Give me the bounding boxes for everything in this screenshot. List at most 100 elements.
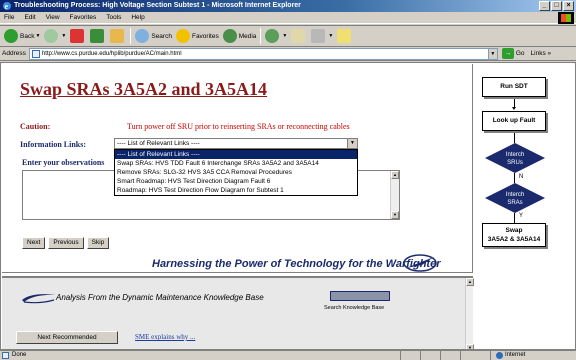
flow-branch-n: N — [519, 174, 524, 180]
information-links-label: Information Links: — [20, 140, 87, 149]
flow-arrow-icon — [512, 107, 516, 110]
stop-icon — [70, 29, 85, 43]
back-arrow-icon — [4, 29, 18, 43]
wing-logo-icon — [403, 254, 437, 272]
home-icon — [110, 29, 125, 43]
menu-edit[interactable]: Edit — [20, 12, 39, 24]
dropdown-option[interactable]: ---- List of Relevant Links ---- — [115, 150, 357, 159]
status-divider — [400, 351, 401, 360]
main-frame: Swap SRAs 3A5A2 and 3A5A14 Caution: Turn… — [2, 64, 473, 273]
diamond-shape — [485, 143, 545, 173]
textarea-scrollbar[interactable]: ▲ ▼ — [390, 171, 399, 219]
minimize-button[interactable]: _ — [539, 1, 550, 11]
search-button[interactable]: Search — [133, 26, 174, 46]
history-icon — [265, 29, 280, 43]
globe-icon — [496, 352, 503, 359]
diamond-label: Interch — [506, 152, 524, 158]
caution-text: Turn power off SRU prior to reinserting … — [127, 122, 350, 131]
chevron-down-icon[interactable]: ▼ — [347, 139, 357, 148]
scroll-down-icon[interactable]: ▼ — [391, 211, 399, 219]
menu-favorites[interactable]: Favorites — [66, 12, 101, 24]
toolbar: Back ▼ ▼ Search Favorites Media ▼ ▼ — [0, 25, 576, 47]
search-knowledge-base-label: Search Knowledge Base — [324, 305, 385, 311]
status-text: Done — [12, 352, 27, 358]
chevron-down-icon: ▼ — [61, 33, 67, 39]
menu-help[interactable]: Help — [127, 12, 148, 24]
observations-label: Enter your observations — [22, 158, 105, 167]
sme-explains-link[interactable]: SME explains why ... — [135, 333, 195, 341]
maximize-button[interactable]: □ — [551, 1, 562, 11]
next-button[interactable]: Next — [22, 237, 46, 249]
status-divider — [420, 351, 421, 360]
home-button[interactable] — [108, 26, 128, 46]
chevron-down-icon: ▼ — [328, 33, 334, 39]
dropdown-option[interactable]: Smart Roadmap: HVS Test Direction Diagra… — [115, 177, 357, 186]
print-icon — [311, 29, 326, 43]
back-button[interactable]: Back ▼ — [2, 26, 42, 46]
print-button[interactable]: ▼ — [309, 26, 335, 46]
address-dropdown[interactable]: ▼ — [487, 47, 498, 60]
menu-file[interactable]: File — [0, 12, 18, 24]
skip-button[interactable]: Skip — [86, 237, 110, 249]
dropdown-option[interactable]: Swap SRAs: HVS TDD Fault 6 Interchange S… — [115, 159, 357, 168]
chevron-down-icon: ▼ — [35, 33, 41, 39]
address-label: Address — [2, 50, 26, 57]
address-input[interactable]: http://www.cs.purdue.edu/hplib/purdue/AC… — [28, 47, 489, 60]
flow-decision-interch-srus: Interch SRUs — [485, 143, 545, 173]
edit-button[interactable] — [335, 26, 355, 46]
dropdown-option[interactable]: Remove SRAs: SLG-32 HVS 3A5 CCA Removal … — [115, 168, 357, 177]
information-links-dropdown: ---- List of Relevant Links ---- Swap SR… — [114, 149, 358, 196]
ie-logo-icon: e — [3, 2, 11, 11]
menu-tools[interactable]: Tools — [102, 12, 125, 24]
page-title: Swap SRAs 3A5A2 and 3A5A14 — [20, 79, 268, 99]
search-icon — [135, 29, 150, 43]
slogan: Harnessing the Power of Technology for t… — [152, 258, 441, 270]
diamond-label: SRAs — [507, 200, 522, 206]
caution-label: Caution: — [20, 122, 51, 131]
search-knowledge-base-button[interactable] — [330, 291, 390, 301]
media-icon — [222, 29, 237, 43]
forward-button[interactable]: ▼ — [42, 26, 68, 46]
window-title-bar[interactable]: e Troubleshooting Process: High Voltage … — [0, 0, 576, 12]
scroll-up-icon[interactable]: ▲ — [391, 171, 399, 179]
flow-branch-y: Y — [519, 213, 524, 219]
media-button[interactable]: Media — [221, 26, 259, 46]
menu-view[interactable]: View — [42, 12, 64, 24]
scroll-up-icon[interactable]: ▲ — [466, 278, 474, 286]
previous-button[interactable]: Previous — [48, 237, 84, 249]
forward-arrow-icon — [44, 29, 59, 43]
links-button[interactable]: Links » — [531, 50, 552, 57]
go-button[interactable]: → Go — [501, 48, 525, 59]
flow-decision-interch-sras: Interch SRAs — [485, 183, 545, 213]
close-button[interactable]: × — [563, 1, 574, 11]
flow-run-sdt: Run SDT — [482, 77, 546, 97]
stop-button[interactable] — [68, 26, 88, 46]
mail-button[interactable] — [289, 26, 309, 46]
next-recommended-button[interactable]: Next Recommended — [16, 331, 118, 344]
flow-connector — [514, 133, 515, 143]
flow-connector — [514, 213, 515, 223]
toolbar-separator — [130, 28, 132, 44]
navigation-buttons: Next Previous Skip — [22, 237, 110, 249]
favorites-button[interactable]: Favorites — [174, 26, 221, 46]
knowledge-base-frame: Analysis From the Dynamic Maintenance Kn… — [2, 276, 474, 349]
window-title: Troubleshooting Process: High Voltage Se… — [14, 2, 301, 9]
flow-look-up-fault: Look up Fault — [482, 111, 546, 131]
refresh-button[interactable] — [88, 26, 108, 46]
status-divider — [460, 351, 461, 360]
windows-logo-icon — [558, 12, 574, 24]
flow-swap: Swap 3A5A2 & 3A5A14 — [482, 223, 546, 247]
page-icon — [31, 49, 40, 58]
chevron-down-icon: ▼ — [282, 33, 288, 39]
go-arrow-icon: → — [501, 48, 514, 59]
flowchart-frame: Run SDT Look up Fault Interch SRUs N Int… — [475, 64, 575, 349]
bottom-frame-scrollbar[interactable]: ▲ ▼ — [465, 278, 474, 349]
history-button[interactable]: ▼ — [263, 26, 289, 46]
mail-icon — [291, 29, 306, 43]
diamond-label: Interch — [506, 192, 524, 198]
star-icon — [175, 29, 190, 43]
status-bar: Done Internet — [0, 350, 576, 360]
information-links-select[interactable]: ---- List of Relevant Links ---- ▼ — [114, 138, 358, 149]
dropdown-option[interactable]: Roadmap: HVS Test Direction Flow Diagram… — [115, 186, 357, 195]
menu-bar: File Edit View Favorites Tools Help — [0, 12, 576, 24]
